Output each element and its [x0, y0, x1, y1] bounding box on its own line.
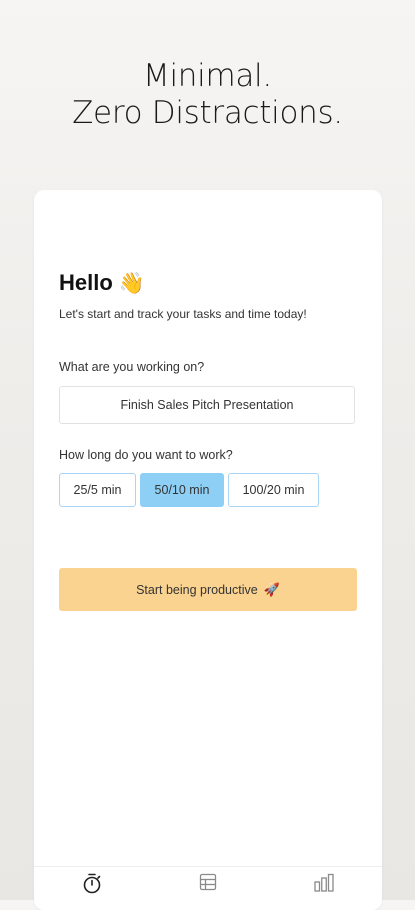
greeting-text: Hello — [59, 270, 113, 295]
waving-hand-icon: 👋 — [118, 271, 145, 295]
headline-line-1: Minimal. — [143, 58, 272, 94]
duration-option-50-10[interactable]: 50/10 min — [140, 473, 224, 507]
app-screen: Hello 👋 Let's start and track your tasks… — [34, 190, 382, 910]
bottom-tab-bar — [34, 866, 382, 910]
bar-chart-icon — [314, 873, 334, 892]
rocket-icon: 🚀 — [263, 581, 280, 597]
start-button-label: Start being productive — [136, 582, 258, 597]
start-button[interactable]: Start being productive 🚀 — [59, 568, 357, 611]
task-label: What are you working on? — [59, 360, 205, 374]
tab-stats[interactable] — [304, 873, 344, 899]
duration-option-100-20[interactable]: 100/20 min — [228, 473, 319, 507]
stopwatch-icon — [83, 873, 101, 894]
duration-option-25-5[interactable]: 25/5 min — [59, 473, 136, 507]
greeting-title: Hello 👋 — [59, 270, 145, 296]
duration-options: 25/5 min 50/10 min 100/20 min — [59, 473, 319, 507]
table-icon — [199, 873, 217, 891]
greeting-subtitle: Let's start and track your tasks and tim… — [59, 307, 307, 321]
duration-label: How long do you want to work? — [59, 448, 233, 462]
tab-timer[interactable] — [72, 873, 112, 899]
task-input[interactable] — [59, 386, 355, 424]
headline-line-2: Zero Distractions. — [72, 95, 343, 131]
tab-tasks[interactable] — [188, 873, 228, 899]
headline: Minimal. Zero Distractions. — [0, 58, 415, 132]
